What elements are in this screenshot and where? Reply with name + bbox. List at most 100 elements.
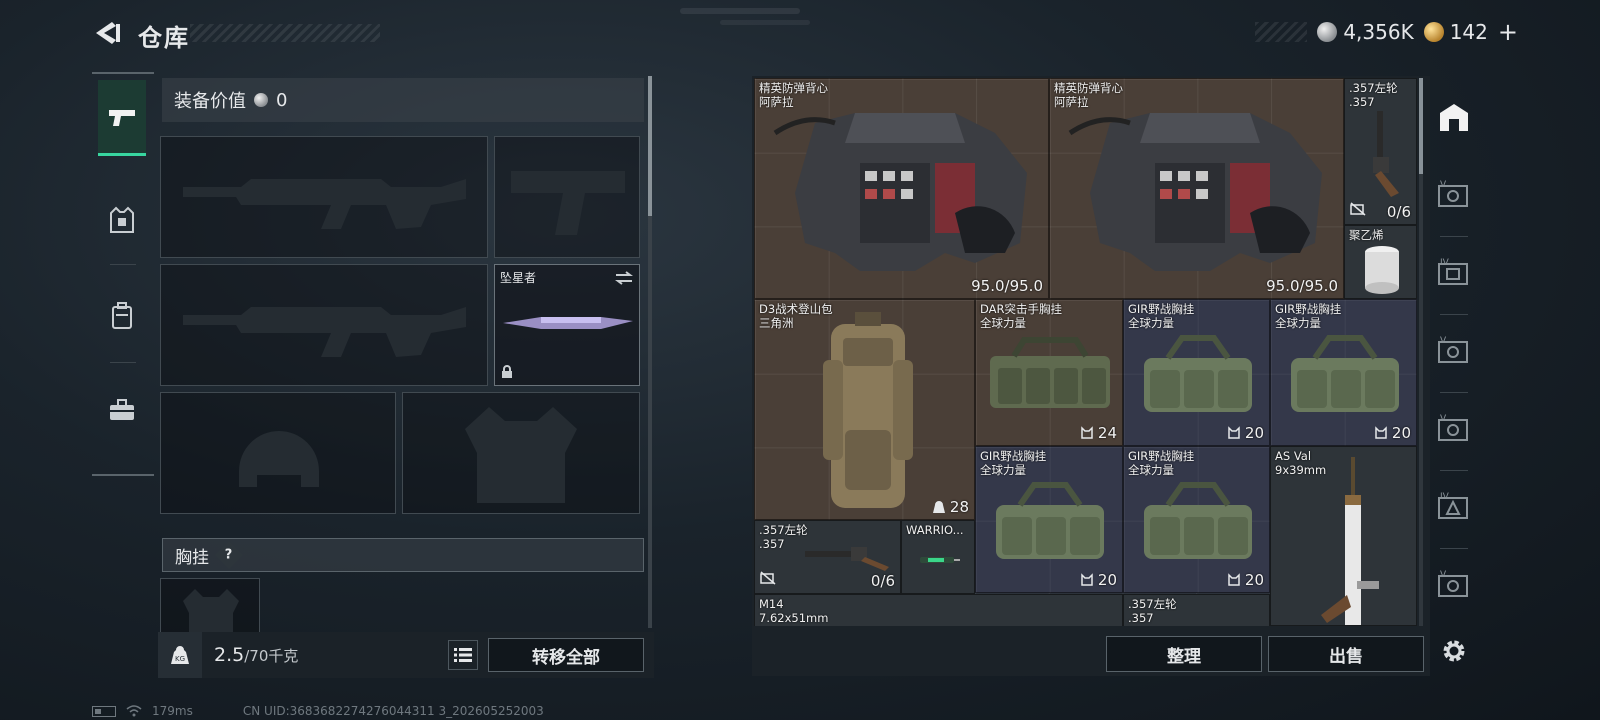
storage-item-elite-armor[interactable]: 精英防弹背心 阿萨拉 95.0/95.0 xyxy=(754,78,1049,299)
sell-button[interactable]: 出售 xyxy=(1268,636,1424,672)
item-label: GIR野战胸挂 全球力量 xyxy=(980,449,1046,477)
item-name: 精英防弹背心 xyxy=(759,81,828,95)
item-name: M14 xyxy=(759,597,784,611)
tab-weapons[interactable] xyxy=(98,80,146,156)
expansion-box-icon: V xyxy=(1438,180,1468,207)
item-name: GIR野战胸挂 xyxy=(1128,449,1195,463)
item-capacity-value: 20 xyxy=(1244,424,1264,442)
add-currency-button[interactable]: + xyxy=(1498,18,1518,46)
equipment-value-amount: 0 xyxy=(276,89,288,111)
gold-amount: 142 xyxy=(1449,20,1488,44)
armor-slot[interactable] xyxy=(402,392,640,514)
storage-scroll-thumb[interactable] xyxy=(1419,78,1423,174)
syringe-icon xyxy=(920,557,960,563)
equipment-scroll-thumb[interactable] xyxy=(648,76,652,216)
storage-item-warrior[interactable]: WARRIO... xyxy=(901,520,975,594)
storage-item-backpack[interactable]: D3战术登山包 三角洲 28 xyxy=(754,299,975,520)
rig-capacity-icon xyxy=(1228,573,1240,586)
item-capacity-value: 24 xyxy=(1097,424,1117,442)
secondary-weapon-slot[interactable] xyxy=(160,264,488,386)
storage-item-chest-rig[interactable]: GIR野战胸挂 全球力量 20 xyxy=(975,446,1123,593)
silver-coin-icon xyxy=(254,93,268,107)
weight-current: 2.5 xyxy=(214,644,245,666)
storage-item-chest-rig[interactable]: GIR野战胸挂 全球力量 20 xyxy=(1270,299,1417,446)
melee-slot[interactable]: 坠星者 xyxy=(494,264,640,386)
melee-item-name: 坠星者 xyxy=(500,271,537,285)
weight-value: 2.5/70千克 xyxy=(214,644,298,666)
tab-storage-v3[interactable]: V xyxy=(1434,402,1474,452)
pistol-slot[interactable] xyxy=(494,136,640,258)
storage-item-elite-armor[interactable]: 精英防弹背心 阿萨拉 95.0/95.0 xyxy=(1049,78,1344,299)
settings-button[interactable] xyxy=(1434,626,1474,676)
revolver-icon xyxy=(805,547,889,571)
rifle-silhouette-icon xyxy=(183,307,466,357)
storage-item-revolver[interactable]: .357左轮 .357 xyxy=(1123,594,1270,626)
item-capacity: 20 xyxy=(1374,424,1411,442)
equipment-tab-rail xyxy=(92,72,154,476)
page-title: 仓库 xyxy=(138,24,190,52)
spool-icon xyxy=(1365,246,1399,294)
storage-panel: 精英防弹背心 阿萨拉 95.0/95.0 精英防弹背心 阿萨拉 95.0/95.… xyxy=(752,76,1430,676)
tab-storage-v2[interactable]: V xyxy=(1434,324,1474,374)
item-name: 精英防弹背心 xyxy=(1054,81,1123,95)
battery-icon xyxy=(92,705,116,717)
chest-rig-icon xyxy=(996,482,1104,559)
chest-rig-icon xyxy=(1291,335,1399,412)
svg-text:V: V xyxy=(1440,570,1447,580)
svg-text:V: V xyxy=(1440,414,1447,424)
storage-item-m14[interactable]: M14 7.62x51mm xyxy=(754,594,1123,626)
helmet-slot[interactable] xyxy=(160,392,396,514)
item-label: GIR野战胸挂 全球力量 xyxy=(1275,302,1341,330)
swap-icon[interactable] xyxy=(615,271,633,285)
tab-storage-v4[interactable]: V xyxy=(1434,558,1474,608)
transfer-all-button[interactable]: 转移全部 xyxy=(488,638,644,672)
armor-icon xyxy=(110,206,134,233)
storage-item-as-val[interactable]: AS Val 9x39mm xyxy=(1270,446,1417,626)
backpack-icon xyxy=(823,312,913,508)
equipment-value: 装备价值 0 xyxy=(162,78,644,122)
magazine-empty-icon xyxy=(1350,202,1366,216)
tab-main-storage[interactable] xyxy=(1434,92,1474,142)
item-capacity-value: 20 xyxy=(1097,571,1117,589)
item-name: WARRIO... xyxy=(906,523,964,537)
item-sub: 全球力量 xyxy=(1275,316,1321,330)
storage-item-chest-rig[interactable]: GIR野战胸挂 全球力量 20 xyxy=(1123,299,1270,446)
sort-button[interactable]: 整理 xyxy=(1106,636,1262,672)
storage-tab-rail: V IV V V IV V xyxy=(1430,76,1478,684)
no-ammo-icon xyxy=(1350,201,1366,220)
vest-icon xyxy=(1068,113,1322,271)
item-name: DAR突击手胸挂 xyxy=(980,302,1063,316)
rail-divider xyxy=(1440,314,1468,315)
storage-item-polyethylene[interactable]: 聚乙烯 xyxy=(1344,225,1417,299)
item-label: DAR突击手胸挂 全球力量 xyxy=(980,302,1062,330)
help-icon[interactable]: ? xyxy=(214,540,244,570)
rig-capacity-icon xyxy=(1081,573,1093,586)
revolver-icon xyxy=(1373,111,1399,197)
tab-storage-iv2[interactable]: IV xyxy=(1434,480,1474,530)
storage-item-chest-rig[interactable]: DAR突击手胸挂 全球力量 24 xyxy=(975,299,1123,446)
back-button[interactable] xyxy=(92,18,122,48)
chest-rig-icon xyxy=(1144,335,1252,412)
storage-item-revolver[interactable]: .357左轮 .357 0/6 xyxy=(754,520,901,594)
gear-icon xyxy=(1443,640,1465,662)
storage-item-revolver[interactable]: .357左轮 .357 0/6 xyxy=(1344,78,1417,225)
item-name: GIR野战胸挂 xyxy=(1128,302,1195,316)
tab-armor[interactable] xyxy=(98,182,146,258)
tab-case[interactable] xyxy=(98,372,146,448)
storage-item-chest-rig[interactable]: GIR野战胸挂 全球力量 20 xyxy=(1123,446,1270,593)
storage-actions: 整理 出售 xyxy=(1106,636,1424,672)
item-label: .357左轮 .357 xyxy=(1128,597,1177,625)
item-label: GIR野战胸挂 全球力量 xyxy=(1128,302,1194,330)
rail-divider xyxy=(1440,470,1468,471)
rig-capacity-icon xyxy=(1375,426,1387,439)
svg-text:V: V xyxy=(1440,336,1447,346)
tab-storage-iv1[interactable]: IV xyxy=(1434,246,1474,296)
tab-storage-v1[interactable]: V xyxy=(1434,168,1474,218)
primary-weapon-slot[interactable] xyxy=(160,136,488,258)
chest-rig-icon xyxy=(990,337,1110,408)
rail-divider xyxy=(110,264,136,265)
rifle-silhouette-icon xyxy=(183,179,466,229)
tab-backpack[interactable] xyxy=(98,278,146,354)
rail-divider xyxy=(1440,548,1468,549)
list-view-button[interactable] xyxy=(448,640,478,670)
